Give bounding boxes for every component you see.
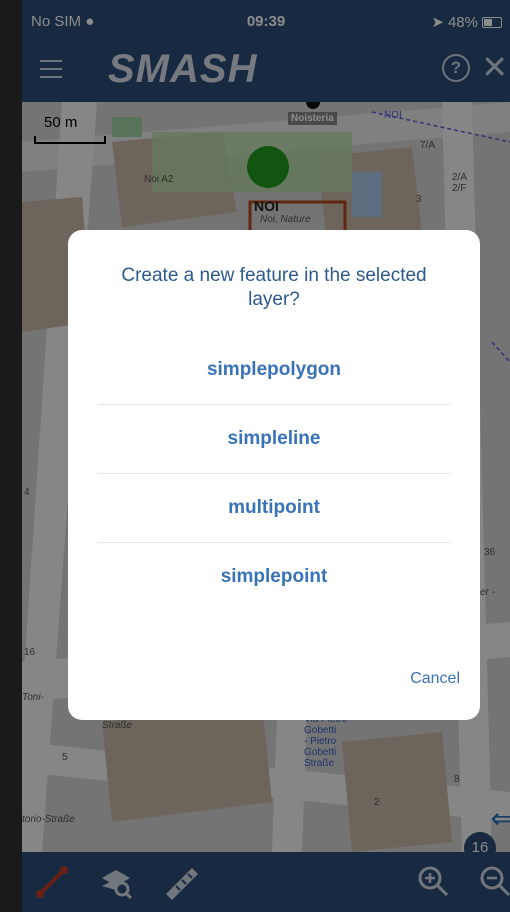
phone-screen: 50 m Noisteria Noi A2 NOI NOI Noi, Natur… xyxy=(22,0,510,912)
option-simpleline[interactable]: simpleline xyxy=(98,405,450,474)
dialog-title: Create a new feature in the selected lay… xyxy=(121,265,427,310)
create-feature-dialog: Create a new feature in the selected lay… xyxy=(68,230,480,720)
cancel-button[interactable]: Cancel xyxy=(410,670,460,688)
option-simplepoint[interactable]: simplepoint xyxy=(98,543,450,611)
option-multipoint[interactable]: multipoint xyxy=(98,474,450,543)
option-simplepolygon[interactable]: simplepolygon xyxy=(98,336,450,405)
